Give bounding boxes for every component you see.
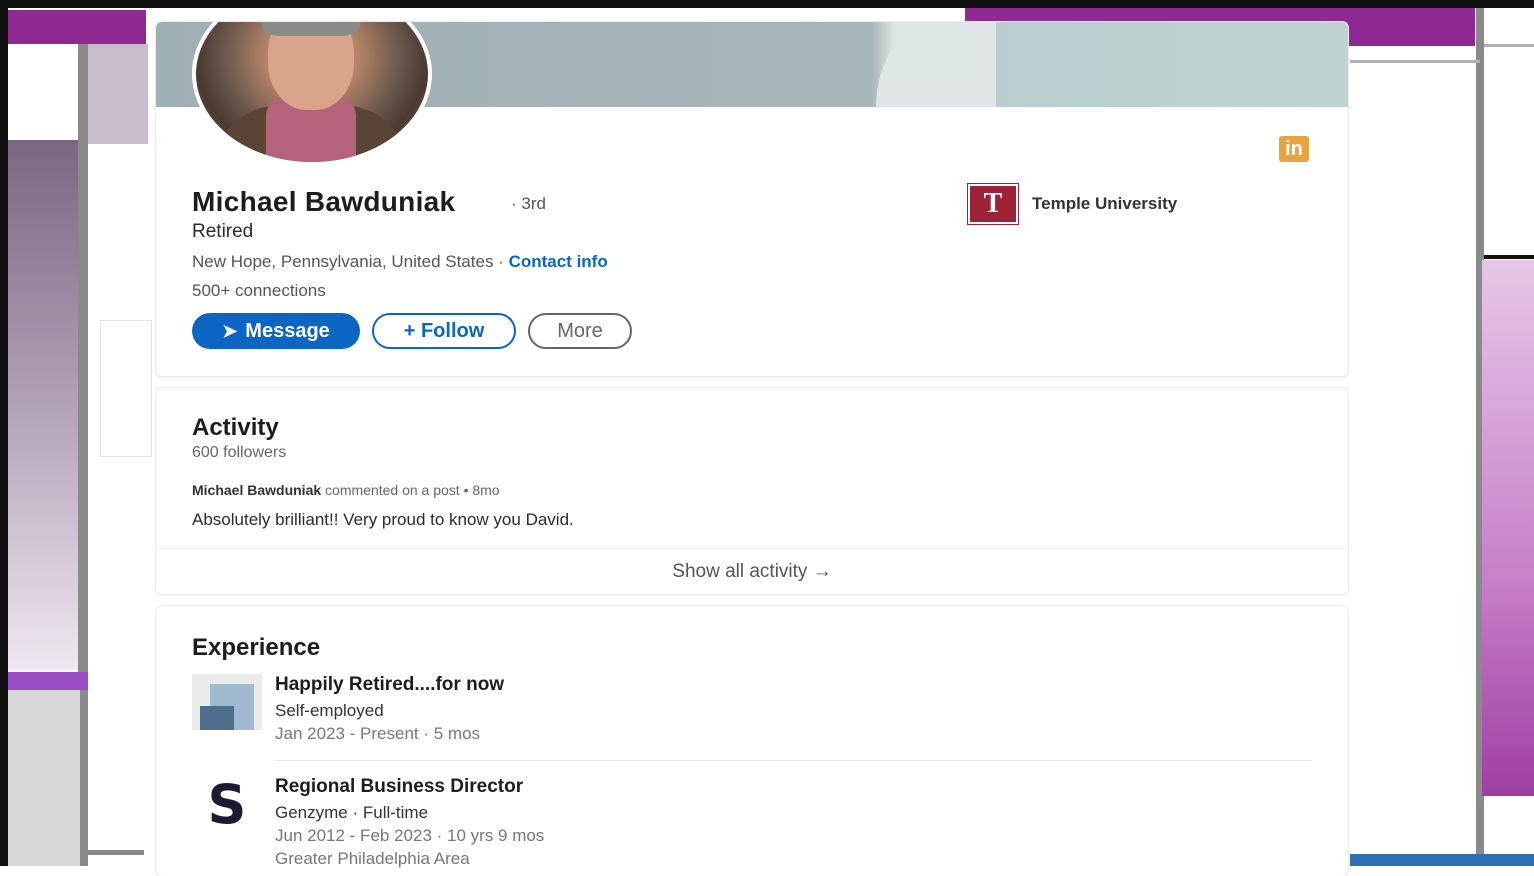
- decorative-purple-bar-right: [1482, 260, 1534, 796]
- show-all-activity-button[interactable]: Show all activity →: [156, 548, 1348, 594]
- decorative-blue-bar-bottom: [1350, 854, 1534, 866]
- activity-post-meta: Michael Bawduniak commented on a post • …: [192, 482, 500, 498]
- contact-info-link[interactable]: Contact info: [509, 252, 608, 271]
- experience-company: Self-employed: [275, 701, 384, 720]
- decorative-black-edge-right: [1484, 255, 1534, 259]
- decorative-box-left: [100, 320, 152, 457]
- experience-title-text: Happily Retired....for now: [275, 674, 505, 695]
- logo-block: [200, 706, 234, 730]
- connections-count[interactable]: 500+ connections: [192, 281, 326, 301]
- genzyme-logo: S: [207, 772, 247, 836]
- connection-degree: · 3rd: [511, 194, 546, 213]
- experience-title-text: Regional Business Director: [275, 776, 524, 797]
- decorative-violet-bar: [8, 672, 88, 690]
- profile-location-row: New Hope, Pennsylvania, United States · …: [192, 252, 608, 272]
- followers-count: 600 followers: [192, 444, 287, 461]
- more-button[interactable]: More: [528, 313, 632, 349]
- profile-avatar[interactable]: [192, 22, 432, 166]
- message-button[interactable]: ➤ Message: [192, 313, 360, 349]
- frame-left-edge: [0, 0, 8, 866]
- message-button-label: Message: [245, 319, 330, 342]
- profile-name: Michael Bawduniak: [192, 186, 456, 217]
- experience-title: Experience: [192, 634, 321, 661]
- decorative-gray-block-left: [8, 690, 80, 866]
- profile-headline: Retired: [192, 221, 254, 242]
- activity-post-author[interactable]: Michael Bawduniak: [192, 482, 321, 498]
- linkedin-icon: in: [1279, 136, 1309, 162]
- experience-card: Experience Happily Retired....for now Se…: [156, 606, 1348, 876]
- experience-dates: Jun 2012 - Feb 2023 · 10 yrs 9 mos: [275, 826, 545, 845]
- temple-university-logo: T: [967, 183, 1019, 225]
- education-name: Temple University: [1032, 194, 1178, 213]
- activity-title: Activity: [192, 414, 279, 441]
- activity-post-action: commented on a post • 8mo: [325, 482, 500, 498]
- experience-location: Greater Philadelphia Area: [275, 849, 470, 868]
- send-icon: ➤: [222, 320, 238, 341]
- decorative-line-right-2: [1484, 44, 1534, 47]
- more-button-label: More: [557, 319, 603, 342]
- profile-top-card: in Michael Bawduniak · 3rd Retired New H…: [156, 22, 1348, 376]
- education-link[interactable]: T Temple University: [967, 183, 1178, 225]
- decorative-purple-strip-left: [8, 10, 146, 44]
- activity-card: Activity 600 followers Michael Bawduniak…: [156, 388, 1348, 594]
- decorative-gray-line-bottom: [88, 850, 144, 855]
- follow-button-label: + Follow: [403, 319, 485, 342]
- activity-post-text[interactable]: Absolutely brilliant!! Very proud to kno…: [192, 510, 574, 530]
- decorative-lilac-block: [88, 44, 148, 144]
- frame-top-edge: [0, 0, 1534, 8]
- decorative-gradient-bar-left: [8, 140, 80, 670]
- avatar-hair: [262, 22, 360, 36]
- decorative-line-right-1: [1350, 60, 1480, 63]
- experience-company: Genzyme · Full-time: [275, 803, 429, 822]
- experience-divider: [275, 760, 1311, 761]
- experience-dates: Jan 2023 - Present · 5 mos: [275, 724, 481, 743]
- profile-location: New Hope, Pennsylvania, United States ·: [192, 252, 504, 271]
- follow-button[interactable]: + Follow: [372, 313, 516, 349]
- company-logo: [192, 674, 262, 730]
